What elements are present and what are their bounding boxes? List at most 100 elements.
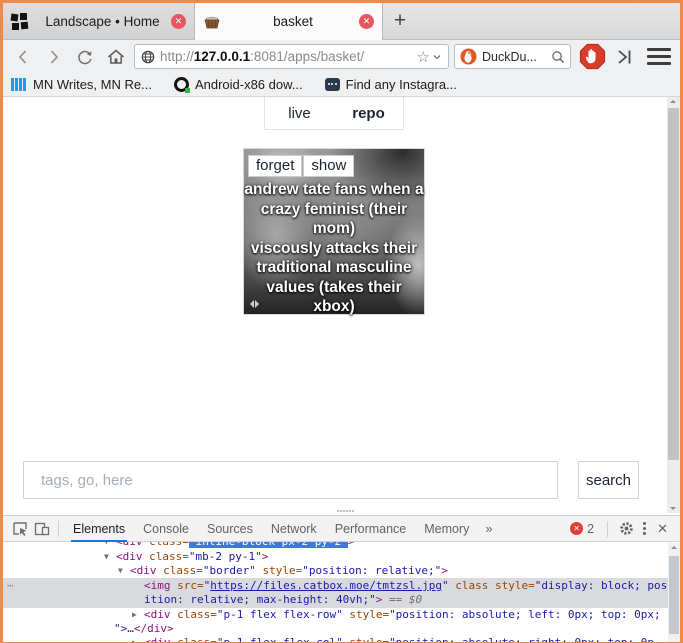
navigation-bar: http://127.0.0.1:8081/apps/basket/ ☆ Duc… bbox=[3, 40, 680, 73]
dollar-zero-marker: == $0 bbox=[382, 593, 422, 606]
twisty-icon[interactable]: ▼ bbox=[118, 564, 130, 578]
back-button[interactable] bbox=[10, 44, 36, 70]
scroll-up-icon[interactable] bbox=[670, 100, 676, 103]
tab-title: Landscape • Home bbox=[34, 14, 171, 29]
page-scrollbar[interactable] bbox=[667, 97, 680, 513]
device-toolbar-icon bbox=[34, 521, 50, 537]
toolbar-divider bbox=[58, 521, 59, 537]
tags-search-input[interactable] bbox=[23, 461, 558, 499]
node-row-flex-wrap[interactable]: ">…</div> bbox=[3, 622, 680, 636]
adblock-button[interactable] bbox=[577, 44, 607, 70]
meme-text-line: viscously attacks their bbox=[244, 239, 424, 259]
ring-green-dot-icon bbox=[174, 77, 189, 92]
bookmark-label: Android-x86 dow... bbox=[195, 77, 303, 92]
tab-repo[interactable]: repo bbox=[334, 97, 403, 129]
device-toolbar-button[interactable] bbox=[31, 519, 53, 539]
node-row-mb2[interactable]: ▼<div class="mb-2 py-1"> bbox=[3, 550, 680, 564]
mode-tabs: live repo bbox=[264, 97, 404, 130]
toolbar-divider bbox=[607, 521, 608, 537]
clipped-node-row[interactable]: ▼<div class="inline-block px-2 py-2"> bbox=[3, 542, 680, 550]
browser-window: Landscape • Home ✕ basket ✕ + bbox=[0, 0, 683, 643]
bookmark-android-x86[interactable]: Android-x86 dow... bbox=[174, 77, 303, 92]
devtools-tab-performance[interactable]: Performance bbox=[326, 516, 416, 542]
meme-caption: andrew tate fans when a crazy feminist (… bbox=[244, 180, 424, 317]
forward-button[interactable] bbox=[41, 44, 67, 70]
reload-icon bbox=[75, 47, 95, 67]
scroll-down-icon[interactable] bbox=[670, 507, 676, 510]
globe-icon bbox=[141, 50, 155, 64]
devtools-tab-memory[interactable]: Memory bbox=[415, 516, 478, 542]
forget-button[interactable]: forget bbox=[248, 155, 302, 177]
elements-tree: ▼<div class="inline-block px-2 py-2"> ▼<… bbox=[3, 542, 680, 642]
search-button[interactable]: search bbox=[578, 461, 639, 499]
tab-basket[interactable]: basket ✕ bbox=[195, 3, 383, 40]
new-tab-button[interactable]: + bbox=[383, 3, 417, 39]
scrollbar-thumb[interactable] bbox=[668, 108, 679, 460]
sidebar-toggle-icon bbox=[615, 48, 635, 66]
url-path: :8081/apps/basket/ bbox=[250, 49, 364, 64]
clipped-node-row-bottom[interactable]: ▶<div class="p-1 flex flex-col" style="p… bbox=[3, 636, 680, 642]
inspect-element-button[interactable] bbox=[9, 519, 31, 539]
meme-image: forget show andrew tate fans when a craz… bbox=[243, 148, 425, 315]
scroll-up-icon[interactable] bbox=[671, 546, 677, 549]
error-count: 2 bbox=[587, 522, 594, 536]
url-scheme: http:// bbox=[160, 49, 194, 64]
devtools-panel: Elements Console Sources Network Perform… bbox=[3, 515, 680, 642]
close-devtools-icon[interactable]: ✕ bbox=[657, 521, 668, 537]
devtools-toolbar-right: ✕ 2 ✕ bbox=[570, 521, 674, 537]
duckduckgo-icon bbox=[460, 48, 477, 65]
image-src-link[interactable]: https://files.catbox.moe/tmtzsl.jpg bbox=[210, 579, 442, 592]
devtools-tab-console[interactable]: Console bbox=[134, 516, 198, 542]
node-row-img-selected[interactable]: ⋯ <img src="https://files.catbox.moe/tmt… bbox=[3, 578, 680, 608]
chevron-down-icon[interactable] bbox=[432, 52, 442, 62]
inspect-cursor-icon bbox=[12, 521, 28, 537]
reload-button[interactable] bbox=[72, 44, 98, 70]
node-options-icon[interactable]: ⋯ bbox=[7, 579, 15, 593]
bookmark-label: Find any Instagra... bbox=[346, 77, 457, 92]
bookmarks-bar: MN Writes, MN Re... Android-x86 dow... F… bbox=[3, 73, 680, 97]
four-squares-icon bbox=[11, 13, 28, 30]
star-icon[interactable]: ☆ bbox=[417, 48, 430, 66]
devtools-splitter-handle[interactable] bbox=[337, 510, 355, 512]
home-icon bbox=[106, 47, 126, 67]
more-tabs-chevron-icon[interactable]: » bbox=[478, 521, 499, 536]
twisty-icon[interactable]: ▼ bbox=[104, 542, 116, 549]
devtools-tab-sources[interactable]: Sources bbox=[198, 516, 262, 542]
show-button[interactable]: show bbox=[303, 155, 354, 177]
sidebar-toggle-button[interactable] bbox=[612, 44, 638, 70]
node-row-flex[interactable]: ▶<div class="p-1 flex flex-row" style="p… bbox=[3, 608, 680, 622]
twisty-icon[interactable]: ▶ bbox=[132, 636, 144, 642]
selected-text: "inline-block px-2 py-2" bbox=[189, 542, 348, 548]
url-host: 127.0.0.1 bbox=[194, 49, 250, 64]
search-engine-label: DuckDu... bbox=[482, 50, 551, 64]
scrollbar-thumb[interactable] bbox=[669, 556, 679, 634]
search-engine-box[interactable]: DuckDu... bbox=[454, 44, 571, 69]
meme-text-line: traditional masculine bbox=[244, 258, 424, 278]
url-bar[interactable]: http://127.0.0.1:8081/apps/basket/ ☆ bbox=[134, 44, 449, 69]
forward-icon bbox=[45, 48, 63, 66]
gear-icon[interactable] bbox=[619, 521, 634, 536]
node-row-border[interactable]: ▼<div class="border" style="position: re… bbox=[3, 564, 680, 578]
twisty-icon[interactable]: ▼ bbox=[104, 550, 116, 564]
bookmark-instagram-finder[interactable]: Find any Instagra... bbox=[325, 77, 457, 92]
back-icon bbox=[14, 48, 32, 66]
tab-bar: Landscape • Home ✕ basket ✕ + bbox=[3, 3, 680, 40]
bookmark-mn-writes[interactable]: MN Writes, MN Re... bbox=[11, 77, 152, 92]
tab-landscape-home[interactable]: Landscape • Home ✕ bbox=[3, 3, 195, 39]
twisty-icon[interactable]: ▶ bbox=[132, 608, 144, 622]
menu-icon[interactable] bbox=[647, 48, 671, 65]
bookmark-label: MN Writes, MN Re... bbox=[33, 77, 152, 92]
devtools-tab-elements[interactable]: Elements bbox=[64, 516, 134, 542]
tab-title: basket bbox=[227, 14, 359, 29]
blue-bars-icon bbox=[11, 78, 27, 91]
devtools-tab-network[interactable]: Network bbox=[262, 516, 326, 542]
error-badge-icon[interactable]: ✕ bbox=[570, 522, 583, 535]
close-tab-icon[interactable]: ✕ bbox=[359, 14, 374, 29]
magnifier-icon[interactable] bbox=[551, 50, 565, 64]
close-tab-icon[interactable]: ✕ bbox=[171, 14, 186, 29]
basket-icon bbox=[203, 14, 221, 30]
devtools-scrollbar[interactable] bbox=[668, 543, 680, 642]
tab-live[interactable]: live bbox=[265, 97, 334, 129]
home-button[interactable] bbox=[103, 44, 129, 70]
more-options-icon[interactable] bbox=[643, 521, 646, 536]
